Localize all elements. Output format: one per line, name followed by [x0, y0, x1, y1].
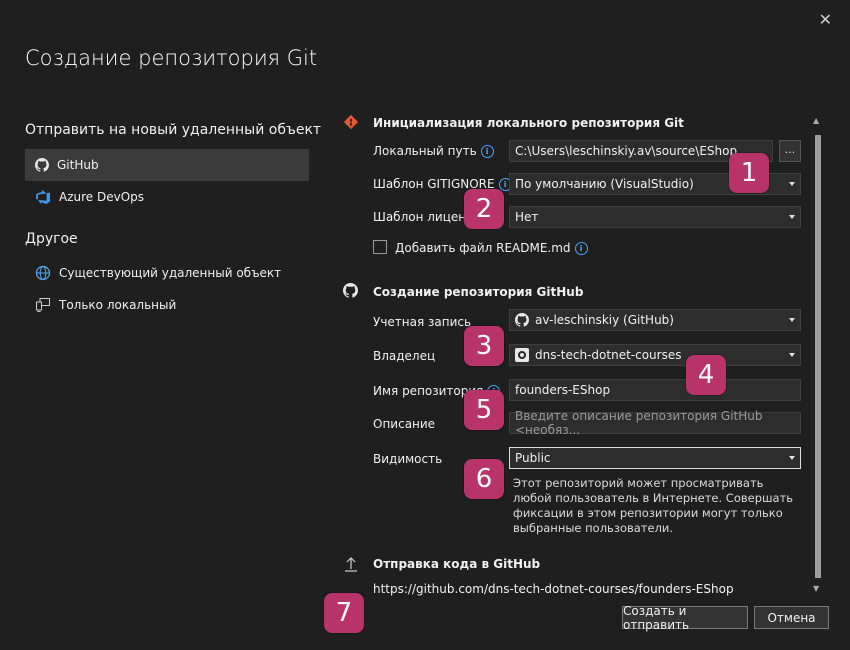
description-label: Описание: [373, 417, 436, 431]
globe-icon: [35, 265, 51, 281]
info-icon[interactable]: i: [574, 242, 588, 255]
info-icon[interactable]: i: [480, 145, 494, 158]
scroll-up-arrow[interactable]: ▲: [813, 116, 819, 125]
browse-button[interactable]: ...: [779, 140, 801, 162]
github-icon: [35, 158, 49, 172]
github-repo-heading: Создание репозитория GitHub: [373, 285, 584, 299]
license-dropdown[interactable]: Нет: [509, 206, 801, 228]
nav-item-azure-devops[interactable]: Azure DevOps: [25, 181, 309, 213]
create-and-push-button[interactable]: Создать и отправить: [622, 604, 748, 632]
visibility-note: Этот репозиторий может просматривать люб…: [513, 476, 794, 535]
nav-item-label: Существующий удаленный объект: [59, 266, 282, 280]
callout-badge: 5: [464, 390, 504, 430]
visibility-dropdown[interactable]: Public: [509, 447, 801, 469]
owner-label: Владелец: [373, 349, 436, 363]
owner-dropdown[interactable]: dns-tech-dotnet-courses: [509, 344, 801, 366]
owner-value: dns-tech-dotnet-courses: [535, 348, 682, 362]
readme-label: Добавить файл README.md i: [395, 241, 588, 255]
cancel-button[interactable]: Отмена: [754, 606, 829, 629]
nav-item-github[interactable]: GitHub: [25, 149, 309, 181]
nav-item-local-only[interactable]: Только локальный: [25, 289, 309, 321]
visibility-label: Видимость: [373, 452, 443, 466]
dialog-title: Создание репозитория Git: [25, 46, 318, 70]
nav-item-label: GitHub: [57, 158, 99, 172]
scrollbar-thumb[interactable]: [815, 135, 821, 578]
upload-arrow-icon: [345, 557, 357, 572]
nav-item-label: Только локальный: [59, 298, 177, 312]
nav-item-existing-remote[interactable]: Существующий удаленный объект: [25, 257, 309, 289]
callout-badge: 3: [464, 326, 504, 366]
close-icon[interactable]: ✕: [819, 10, 832, 29]
push-url: https://github.com/dns-tech-dotnet-cours…: [373, 582, 734, 596]
local-path-label: Локальный путь i: [373, 144, 494, 158]
push-heading: Отправка кода в GitHub: [373, 557, 541, 571]
azure-devops-icon: [36, 190, 50, 205]
push-remote-heading: Отправить на новый удаленный объект: [25, 122, 322, 138]
github-icon: [515, 313, 529, 327]
account-dropdown[interactable]: av-leschinskiy (GitHub): [509, 309, 801, 331]
callout-badge: 7: [324, 593, 364, 633]
readme-checkbox[interactable]: [373, 240, 387, 254]
account-label: Учетная запись: [373, 315, 472, 329]
other-heading: Другое: [25, 231, 78, 247]
scroll-down-arrow[interactable]: ▼: [813, 584, 819, 593]
org-avatar: [515, 348, 529, 362]
callout-badge: 4: [686, 355, 726, 395]
description-input[interactable]: Введите описание репозитория GitHub <нео…: [509, 409, 801, 437]
local-repo-heading: Инициализация локального репозитория Git: [373, 116, 684, 130]
callout-badge: 2: [464, 189, 504, 229]
callout-badge: 6: [464, 459, 504, 499]
account-value: av-leschinskiy (GitHub): [535, 313, 674, 327]
local-computer-icon: [36, 298, 50, 312]
nav-item-label: Azure DevOps: [59, 190, 145, 204]
github-icon: [343, 283, 358, 298]
git-icon: [343, 114, 359, 130]
repo-name-input[interactable]: founders-EShop: [509, 379, 801, 401]
callout-badge: 1: [729, 153, 769, 193]
